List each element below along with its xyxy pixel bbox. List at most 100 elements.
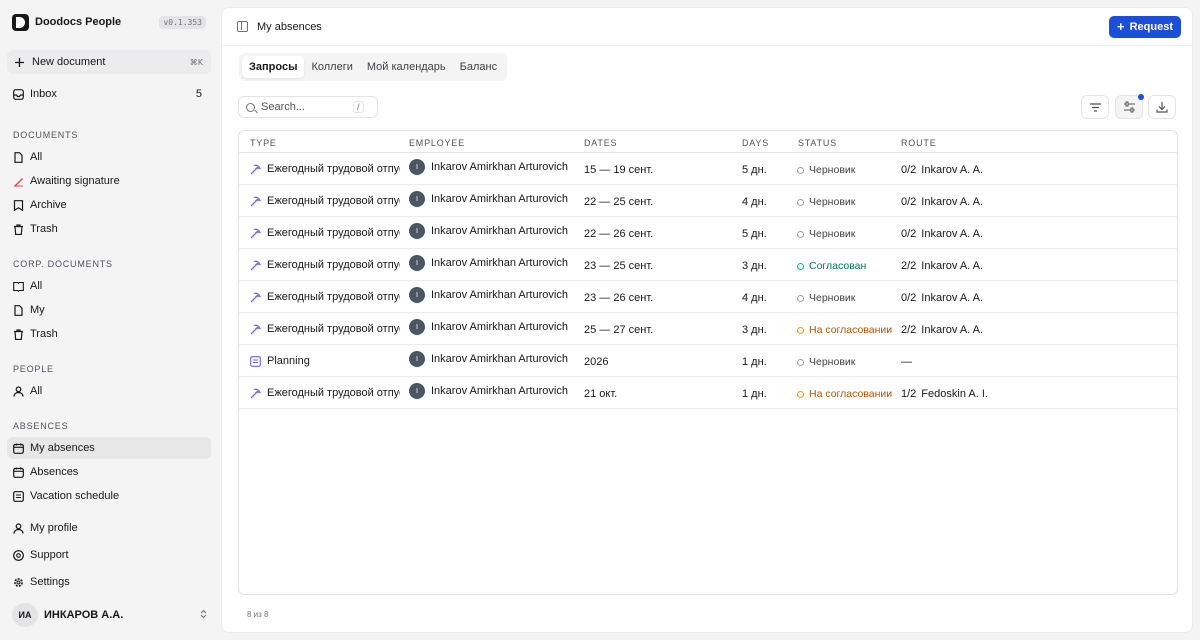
vacation-icon <box>250 292 261 302</box>
table-row[interactable]: Ежегодный трудовой отпуск I Inkarov Amirkh… <box>239 313 1177 345</box>
type-cell: Planning <box>250 345 400 377</box>
column-header-days[interactable]: DAYS <box>742 138 769 148</box>
table-row[interactable]: Ежегодный трудовой отпуск I Inkarov Amirkh… <box>239 217 1177 249</box>
sidebar-item-label: All <box>30 385 43 397</box>
user-icon <box>13 385 24 397</box>
sidebar-item-label: My absences <box>30 442 95 454</box>
shortcut-hint: ⌘K <box>189 57 203 67</box>
employee-name: Inkarov Amirkhan Arturovich <box>431 161 568 173</box>
tab-my-calendar[interactable]: Мой календарь <box>360 56 453 78</box>
avatar: I <box>409 319 425 335</box>
avatar: I <box>409 255 425 271</box>
brand[interactable]: Doodocs People v0.1.353 <box>12 13 206 31</box>
calendar-icon <box>13 443 24 454</box>
days-cell: 4 дн. <box>742 196 767 208</box>
days-cell: 3 дн. <box>742 260 767 272</box>
search-input[interactable] <box>261 101 353 113</box>
absence-type: Ежегодный трудовой отпуск <box>267 227 400 239</box>
absence-type: Ежегодный трудовой отпуск <box>267 323 400 335</box>
table-row[interactable]: Ежегодный трудовой отпуск I Inkarov Amirkh… <box>239 249 1177 281</box>
sidebar-item-label: All <box>30 151 43 163</box>
avatar: I <box>409 383 425 399</box>
absence-type: Ежегодный трудовой отпуск <box>267 195 400 207</box>
sidebar-item-label: Awaiting signature <box>30 175 120 187</box>
type-cell: Ежегодный трудовой отпуск <box>250 153 400 185</box>
route-progress: 1/2 <box>901 388 917 400</box>
table-row[interactable]: Ежегодный трудовой отпуск I Inkarov Amirkh… <box>239 377 1177 409</box>
dates-cell: 23 — 26 сент. <box>584 292 654 304</box>
column-header-status[interactable]: STATUS <box>798 138 837 148</box>
route-approver: Inkarov A. A. <box>921 164 984 176</box>
tab-colleagues[interactable]: Коллеги <box>304 56 359 78</box>
type-cell: Ежегодный трудовой отпуск <box>250 249 400 281</box>
sidebar-item-corp-all[interactable]: All <box>7 275 211 297</box>
dates-cell: 22 — 26 сент. <box>584 228 654 240</box>
table-row[interactable]: Ежегодный трудовой отпуск I Inkarov Amirkh… <box>239 281 1177 313</box>
days-cell: 3 дн. <box>742 324 767 336</box>
sidebar-item-my-absences[interactable]: My absences <box>7 437 211 459</box>
sidebar-item-documents-trash[interactable]: Trash <box>7 218 211 240</box>
sidebar-item-archive[interactable]: Archive <box>7 194 211 216</box>
sidebar-item-label: All <box>30 280 43 292</box>
status-label: Черновик <box>809 164 856 176</box>
employee-cell: I Inkarov Amirkhan Arturovich <box>409 183 579 215</box>
view-settings-button[interactable] <box>1115 94 1144 119</box>
status-badge: Черновик <box>797 186 855 218</box>
sidebar-item-inbox[interactable]: Inbox 5 <box>7 83 211 105</box>
column-header-employee[interactable]: EMPLOYEE <box>409 138 465 148</box>
sidebar-item-label: Support <box>30 549 69 561</box>
employee-name: Inkarov Amirkhan Arturovich <box>431 225 568 237</box>
section-label-corp-documents: CORP. DOCUMENTS <box>13 259 113 269</box>
route-progress: 2/2 <box>901 324 917 336</box>
avatar: I <box>409 191 425 207</box>
column-header-type[interactable]: TYPE <box>250 138 277 148</box>
sidebar-item-corp-trash[interactable]: Trash <box>7 323 211 345</box>
route-progress: — <box>901 356 912 368</box>
sidebar-item-label: Trash <box>30 223 58 235</box>
employee-cell: I Inkarov Amirkhan Arturovich <box>409 343 579 375</box>
sidebar-item-vacation-schedule[interactable]: Vacation schedule <box>7 485 211 507</box>
status-dot-icon <box>797 198 804 206</box>
route-progress: 0/2 <box>901 292 917 304</box>
route-progress: 0/2 <box>901 228 917 240</box>
table-body: Ежегодный трудовой отпуск I Inkarov Amirkh… <box>239 153 1177 409</box>
document-icon <box>14 151 23 163</box>
download-button[interactable] <box>1148 95 1176 119</box>
table-row[interactable]: Ежегодный трудовой отпуск I Inkarov Amirkh… <box>239 185 1177 217</box>
status-dot-icon <box>797 358 804 366</box>
column-header-dates[interactable]: DATES <box>584 138 617 148</box>
table-row[interactable]: Ежегодный трудовой отпуск I Inkarov Amirkh… <box>239 153 1177 185</box>
sidebar-item-support[interactable]: Support <box>7 544 211 566</box>
download-icon <box>1156 102 1168 113</box>
chevron-updown-icon <box>199 609 208 622</box>
section-label-documents: DOCUMENTS <box>13 130 79 140</box>
sidebar-item-settings[interactable]: Settings <box>7 571 211 593</box>
tabs: Запросы Коллеги Мой календарь Баланс <box>239 53 508 81</box>
status-badge: На согласовании <box>797 314 892 346</box>
request-button[interactable]: + Request <box>1109 16 1181 38</box>
route-cell: 2/2 Inkarov A. A. <box>901 314 983 346</box>
help-circle-icon <box>13 549 24 561</box>
route-progress: 0/2 <box>901 164 917 176</box>
new-document-button[interactable]: New document ⌘K <box>7 50 211 74</box>
filter-button[interactable] <box>1081 95 1109 119</box>
user-menu[interactable]: ИА ИНКАРОВ А.А. <box>12 603 208 627</box>
sidebar-item-people-all[interactable]: All <box>7 380 211 402</box>
sidebar-toggle-icon[interactable] <box>237 21 248 32</box>
column-header-route[interactable]: ROUTE <box>901 138 937 148</box>
tab-requests[interactable]: Запросы <box>242 56 305 78</box>
vacation-icon <box>250 388 261 398</box>
sidebar-item-label: Trash <box>30 328 58 340</box>
sidebar-item-documents-all[interactable]: All <box>7 146 211 168</box>
route-approver: Inkarov A. A. <box>921 260 984 272</box>
status-badge: Черновик <box>797 154 855 186</box>
sidebar-item-awaiting-signature[interactable]: Awaiting signature <box>7 170 211 192</box>
sidebar-item-corp-my[interactable]: My <box>7 299 211 321</box>
sidebar-item-absences[interactable]: Absences <box>7 461 211 483</box>
dates-cell: 15 — 19 сент. <box>584 164 654 176</box>
status-dot-icon <box>797 262 804 270</box>
sidebar-item-my-profile[interactable]: My profile <box>7 517 211 539</box>
table-row[interactable]: Planning I Inkarov Amirkhan Arturovich 2026… <box>239 345 1177 377</box>
tab-balance[interactable]: Баланс <box>453 56 504 78</box>
employee-name: Inkarov Amirkhan Arturovich <box>431 385 568 397</box>
